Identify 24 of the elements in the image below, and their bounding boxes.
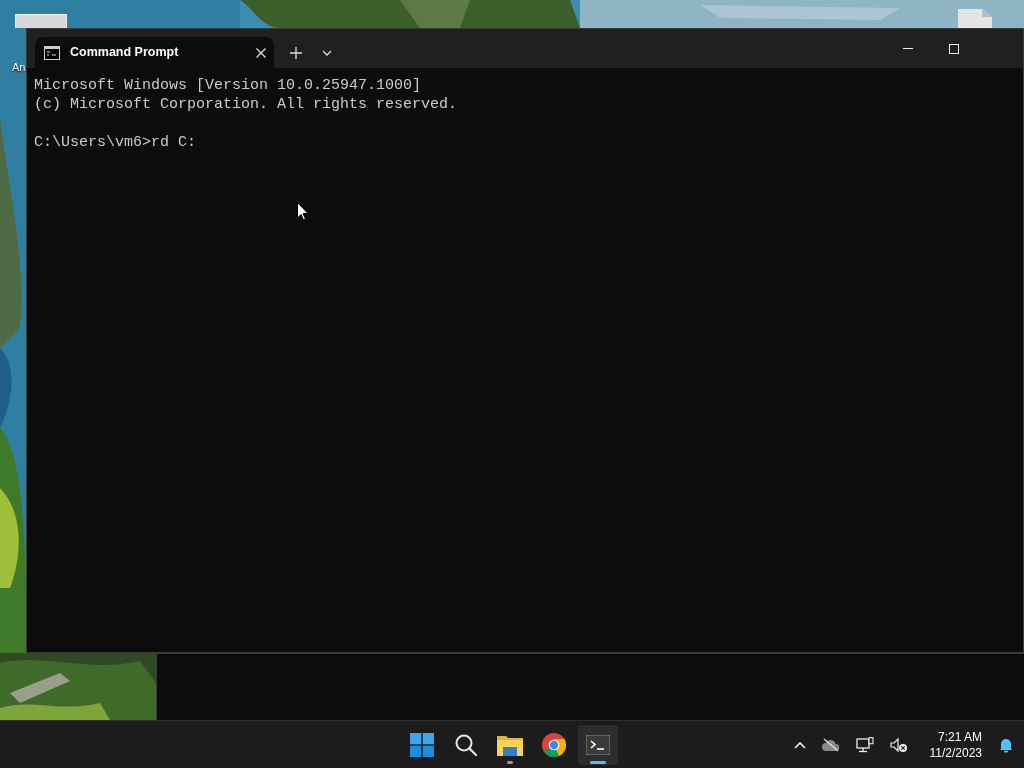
network-icon[interactable] [855, 736, 874, 753]
bell-icon[interactable] [998, 736, 1014, 753]
taskbar-button[interactable] [578, 725, 618, 765]
console-icon [44, 45, 60, 60]
browser-icon [542, 733, 566, 757]
console-line: (c) Microsoft Corporation. All rights reserved. [34, 95, 458, 114]
console-line: Microsoft Windows [Version 10.0.25947.1000] [34, 76, 422, 95]
folder-icon [497, 734, 523, 756]
clock-time[interactable]: 7:21 AM [937, 728, 982, 745]
maximize-icon[interactable] [949, 43, 959, 54]
tab-title: Command Prompt [70, 44, 180, 62]
cloud-off-icon[interactable] [821, 737, 840, 752]
chevron-up-icon[interactable] [793, 740, 806, 749]
search-icon [454, 733, 478, 757]
volume-muted-icon[interactable] [889, 736, 908, 753]
terminal-icon [586, 735, 610, 755]
close-icon[interactable] [256, 47, 266, 58]
command-prompt-line: C:\Users\vm6>rd C: [34, 133, 197, 152]
windows-logo-icon [410, 733, 434, 757]
clock-date[interactable]: 11/2/2023 [929, 744, 982, 761]
tab[interactable]: Command Prompt [35, 37, 274, 68]
chevron-down-icon[interactable] [322, 49, 332, 56]
mouse-cursor-icon [297, 202, 309, 221]
plus-icon[interactable] [290, 46, 302, 59]
